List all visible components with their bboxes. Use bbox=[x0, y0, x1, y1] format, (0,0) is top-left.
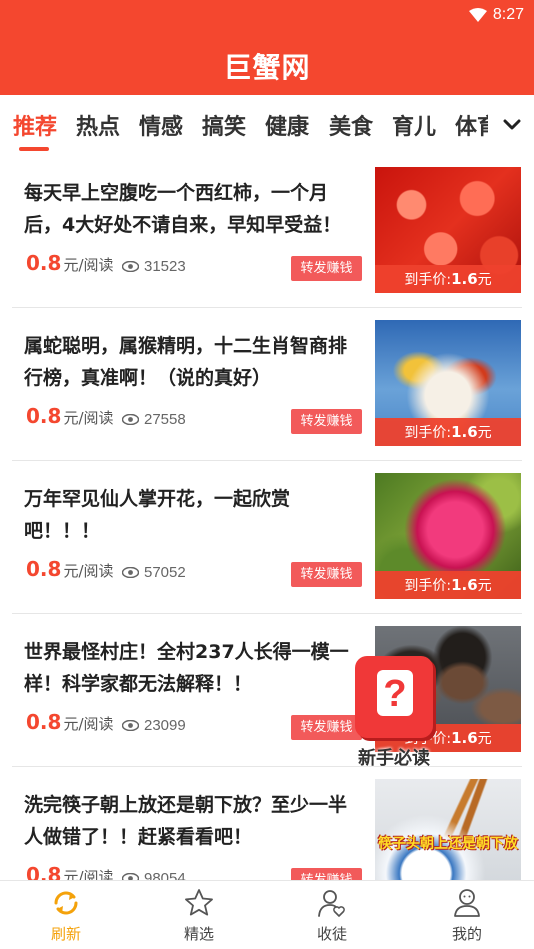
view-count: 57052 bbox=[122, 564, 186, 581]
wifi-icon bbox=[468, 8, 487, 22]
price-per-read: 0.8 元/阅读 bbox=[26, 863, 114, 880]
final-price-caption: 到手价:1.6元 bbox=[375, 571, 521, 599]
active-tab-indicator bbox=[19, 147, 49, 151]
view-count-value: 23099 bbox=[144, 717, 186, 734]
refresh-icon bbox=[54, 891, 78, 915]
price-unit: 元/阅读 bbox=[63, 715, 114, 733]
article-card[interactable]: 每天早上空腹吃一个西红柿，一个月后，4大好处不请自来，早知早受益！ 0.8 元/阅… bbox=[12, 155, 522, 308]
price-unit: 元/阅读 bbox=[63, 562, 114, 580]
apprentice-icon bbox=[318, 890, 345, 917]
view-count: 31523 bbox=[122, 258, 186, 275]
price-unit: 元/阅读 bbox=[63, 868, 114, 880]
share-earn-button[interactable]: 转发赚钱 bbox=[291, 868, 362, 880]
nav-label: 精选 bbox=[183, 925, 214, 943]
price-value: 0.8 bbox=[26, 710, 62, 734]
page-title: 巨蟹网 bbox=[223, 51, 311, 84]
share-earn-button[interactable]: 转发赚钱 bbox=[291, 256, 362, 281]
view-count-value: 31523 bbox=[144, 258, 186, 275]
share-earn-button[interactable]: 转发赚钱 bbox=[291, 409, 362, 434]
chevron-down-icon[interactable] bbox=[498, 111, 526, 139]
nav-me[interactable]: 我的 bbox=[427, 887, 507, 947]
eye-icon bbox=[122, 261, 139, 272]
chopsticks-image bbox=[375, 779, 521, 880]
bottom-navigation: 刷新 精选 收徒 我的 bbox=[0, 880, 534, 949]
final-price-caption: 到手价:1.6元 bbox=[375, 265, 521, 293]
status-time: 8:27 bbox=[492, 6, 524, 23]
nav-label: 刷新 bbox=[50, 925, 81, 943]
price-value: 0.8 bbox=[26, 404, 62, 428]
article-title: 世界最怪村庄！全村237人长得一模一样！科学家都无法解释！！ bbox=[24, 641, 349, 695]
article-thumbnail[interactable]: 到手价:1.6元 bbox=[375, 320, 521, 446]
article-list: 每天早上空腹吃一个西红柿，一个月后，4大好处不请自来，早知早受益！ 0.8 元/阅… bbox=[0, 155, 534, 880]
tab-hot[interactable]: 热点 bbox=[76, 109, 120, 141]
share-earn-button[interactable]: 转发赚钱 bbox=[291, 562, 362, 587]
article-card[interactable]: 万年罕见仙人掌开花，一起欣赏吧！！！ 0.8 元/阅读 57052 转发赚钱 到手… bbox=[12, 461, 522, 614]
nav-featured[interactable]: 精选 bbox=[159, 887, 239, 947]
tab-sports[interactable]: 体育 bbox=[455, 109, 488, 141]
eye-icon bbox=[122, 414, 139, 425]
beginner-guide-label: 新手必读 bbox=[358, 748, 430, 769]
article-title: 属蛇聪明，属猴精明，十二生肖智商排行榜，真准啊！（说的真好） bbox=[24, 335, 348, 389]
eye-icon bbox=[122, 567, 139, 578]
article-card[interactable]: 洗完筷子朝上放还是朝下放？至少一半人做错了！！赶紧看看吧！ 0.8 元/阅读 98… bbox=[12, 767, 522, 880]
price-per-read: 0.8 元/阅读 bbox=[26, 710, 114, 734]
user-icon bbox=[454, 889, 480, 917]
view-count: 98054 bbox=[122, 870, 186, 880]
article-thumbnail[interactable]: 到手价:1.6元 bbox=[375, 473, 521, 599]
price-unit: 元/阅读 bbox=[63, 409, 114, 427]
nav-apprentice[interactable]: 收徒 bbox=[292, 887, 372, 947]
price-value: 0.8 bbox=[26, 251, 62, 275]
article-title: 万年罕见仙人掌开花，一起欣赏吧！！！ bbox=[24, 488, 291, 542]
article-thumbnail[interactable]: 到手价:1.6元 bbox=[375, 167, 521, 293]
article-card[interactable]: 属蛇聪明，属猴精明，十二生肖智商排行榜，真准啊！（说的真好） 0.8 元/阅读 2… bbox=[12, 308, 522, 461]
nav-refresh[interactable]: 刷新 bbox=[26, 887, 106, 947]
view-count-value: 98054 bbox=[144, 870, 186, 880]
price-per-read: 0.8 元/阅读 bbox=[26, 557, 114, 581]
view-count-value: 57052 bbox=[144, 564, 186, 581]
nav-label: 我的 bbox=[451, 925, 482, 943]
article-title: 洗完筷子朝上放还是朝下放？至少一半人做错了！！赶紧看看吧！ bbox=[24, 794, 348, 848]
view-count-value: 27558 bbox=[144, 411, 186, 428]
app-header: 8:27 巨蟹网 bbox=[0, 0, 534, 95]
tab-parenting[interactable]: 育儿 bbox=[392, 109, 436, 141]
final-price-caption: 到手价:1.6元 bbox=[375, 418, 521, 446]
category-tabs: 推荐 热点 情感 搞笑 健康 美食 育儿 体育 bbox=[0, 95, 534, 155]
view-count: 23099 bbox=[122, 717, 186, 734]
help-box: ? bbox=[355, 656, 433, 738]
nav-label: 收徒 bbox=[316, 925, 347, 943]
question-icon: ? bbox=[377, 670, 413, 716]
tab-funny[interactable]: 搞笑 bbox=[202, 109, 246, 141]
price-unit: 元/阅读 bbox=[63, 256, 114, 274]
tab-emotion[interactable]: 情感 bbox=[139, 109, 183, 141]
price-per-read: 0.8 元/阅读 bbox=[26, 404, 114, 428]
price-per-read: 0.8 元/阅读 bbox=[26, 251, 114, 275]
article-title: 每天早上空腹吃一个西红柿，一个月后，4大好处不请自来，早知早受益！ bbox=[24, 182, 342, 236]
star-icon bbox=[185, 889, 213, 916]
tab-health[interactable]: 健康 bbox=[265, 109, 309, 141]
tab-food[interactable]: 美食 bbox=[329, 109, 373, 141]
eye-icon bbox=[122, 873, 139, 880]
view-count: 27558 bbox=[122, 411, 186, 428]
price-value: 0.8 bbox=[26, 557, 62, 581]
article-thumbnail[interactable]: 筷子头朝上还是朝下放 bbox=[375, 779, 521, 880]
thumbnail-overlay-text: 筷子头朝上还是朝下放 bbox=[378, 836, 518, 852]
status-bar: 8:27 bbox=[468, 5, 524, 25]
eye-icon bbox=[122, 720, 139, 731]
article-card[interactable]: 世界最怪村庄！全村237人长得一模一样！科学家都无法解释！！ 0.8 元/阅读 2… bbox=[12, 614, 522, 767]
price-value: 0.8 bbox=[26, 863, 62, 880]
tab-recommend[interactable]: 推荐 bbox=[13, 109, 57, 141]
beginner-guide-button[interactable]: ? 新手必读 bbox=[350, 656, 438, 772]
